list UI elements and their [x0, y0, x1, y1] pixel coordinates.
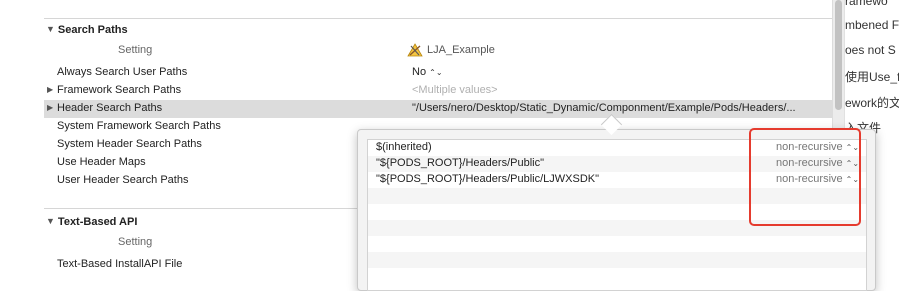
setting-row-header-search-paths[interactable]: ▶ Header Search Paths "/Users/nero/Deskto…	[44, 100, 832, 118]
search-path-text[interactable]: $(inherited)	[376, 141, 432, 153]
side-text-line: 使用Use_f	[845, 70, 899, 84]
section-header-search-paths[interactable]: ▼ Search Paths	[46, 24, 128, 36]
setting-name-container: ▶ Framework Search Paths	[47, 84, 182, 96]
setting-name: System Header Search Paths	[57, 138, 202, 150]
setting-name: Header Search Paths	[57, 102, 163, 114]
disclosure-triangle-expanded-icon[interactable]: ▼	[46, 216, 55, 226]
setting-value[interactable]: "/Users/nero/Desktop/Static_Dynamic/Comp…	[412, 102, 796, 114]
setting-name: Framework Search Paths	[57, 84, 182, 96]
section-divider	[44, 18, 832, 19]
disclosure-triangle-collapsed-icon[interactable]: ▶	[47, 85, 53, 94]
setting-name: Text-Based InstallAPI File	[57, 258, 183, 270]
setting-value-popup[interactable]: No ⌃⌄	[412, 66, 443, 78]
side-text-line: ework的文	[845, 96, 899, 110]
setting-row-always-search-user-paths[interactable]: Always Search User Paths No ⌃⌄	[44, 64, 832, 82]
setting-name-container: ▶ Header Search Paths	[47, 102, 163, 114]
search-path-text[interactable]: "${PODS_ROOT}/Headers/Public/LJWXSDK"	[376, 173, 599, 185]
setting-row-framework-search-paths[interactable]: ▶ Framework Search Paths <Multiple values…	[44, 82, 832, 100]
scrollbar-thumb[interactable]	[835, 0, 842, 110]
setting-value: No	[412, 66, 427, 78]
empty-list-row	[368, 236, 866, 252]
section-title: Search Paths	[57, 24, 128, 36]
disclosure-triangle-collapsed-icon[interactable]: ▶	[47, 103, 53, 112]
app-target-icon	[407, 43, 423, 57]
section-header-text-based-api[interactable]: ▼ Text-Based API	[46, 216, 137, 228]
setting-name: Always Search User Paths	[57, 66, 188, 78]
side-text-line: oes not S	[845, 43, 896, 57]
popup-chevron-icon: ⌃⌄	[429, 68, 443, 77]
search-path-text[interactable]: "${PODS_ROOT}/Headers/Public"	[376, 157, 544, 169]
side-text-line: ramewo	[845, 0, 888, 8]
setting-column-header: Setting	[118, 44, 153, 56]
setting-column-header: Setting	[118, 236, 153, 248]
side-text-line: mbened F	[845, 18, 899, 32]
target-name: LJA_Example	[427, 44, 495, 56]
setting-name: User Header Search Paths	[57, 174, 189, 186]
setting-name: System Framework Search Paths	[57, 120, 221, 132]
section-title: Text-Based API	[57, 216, 138, 228]
disclosure-triangle-expanded-icon[interactable]: ▼	[46, 24, 55, 34]
target-column-header: LJA_Example	[407, 43, 495, 57]
setting-value[interactable]: <Multiple values>	[412, 84, 498, 96]
empty-list-row	[368, 252, 866, 268]
setting-name: Use Header Maps	[57, 156, 146, 168]
annotation-highlight-box	[749, 128, 861, 226]
